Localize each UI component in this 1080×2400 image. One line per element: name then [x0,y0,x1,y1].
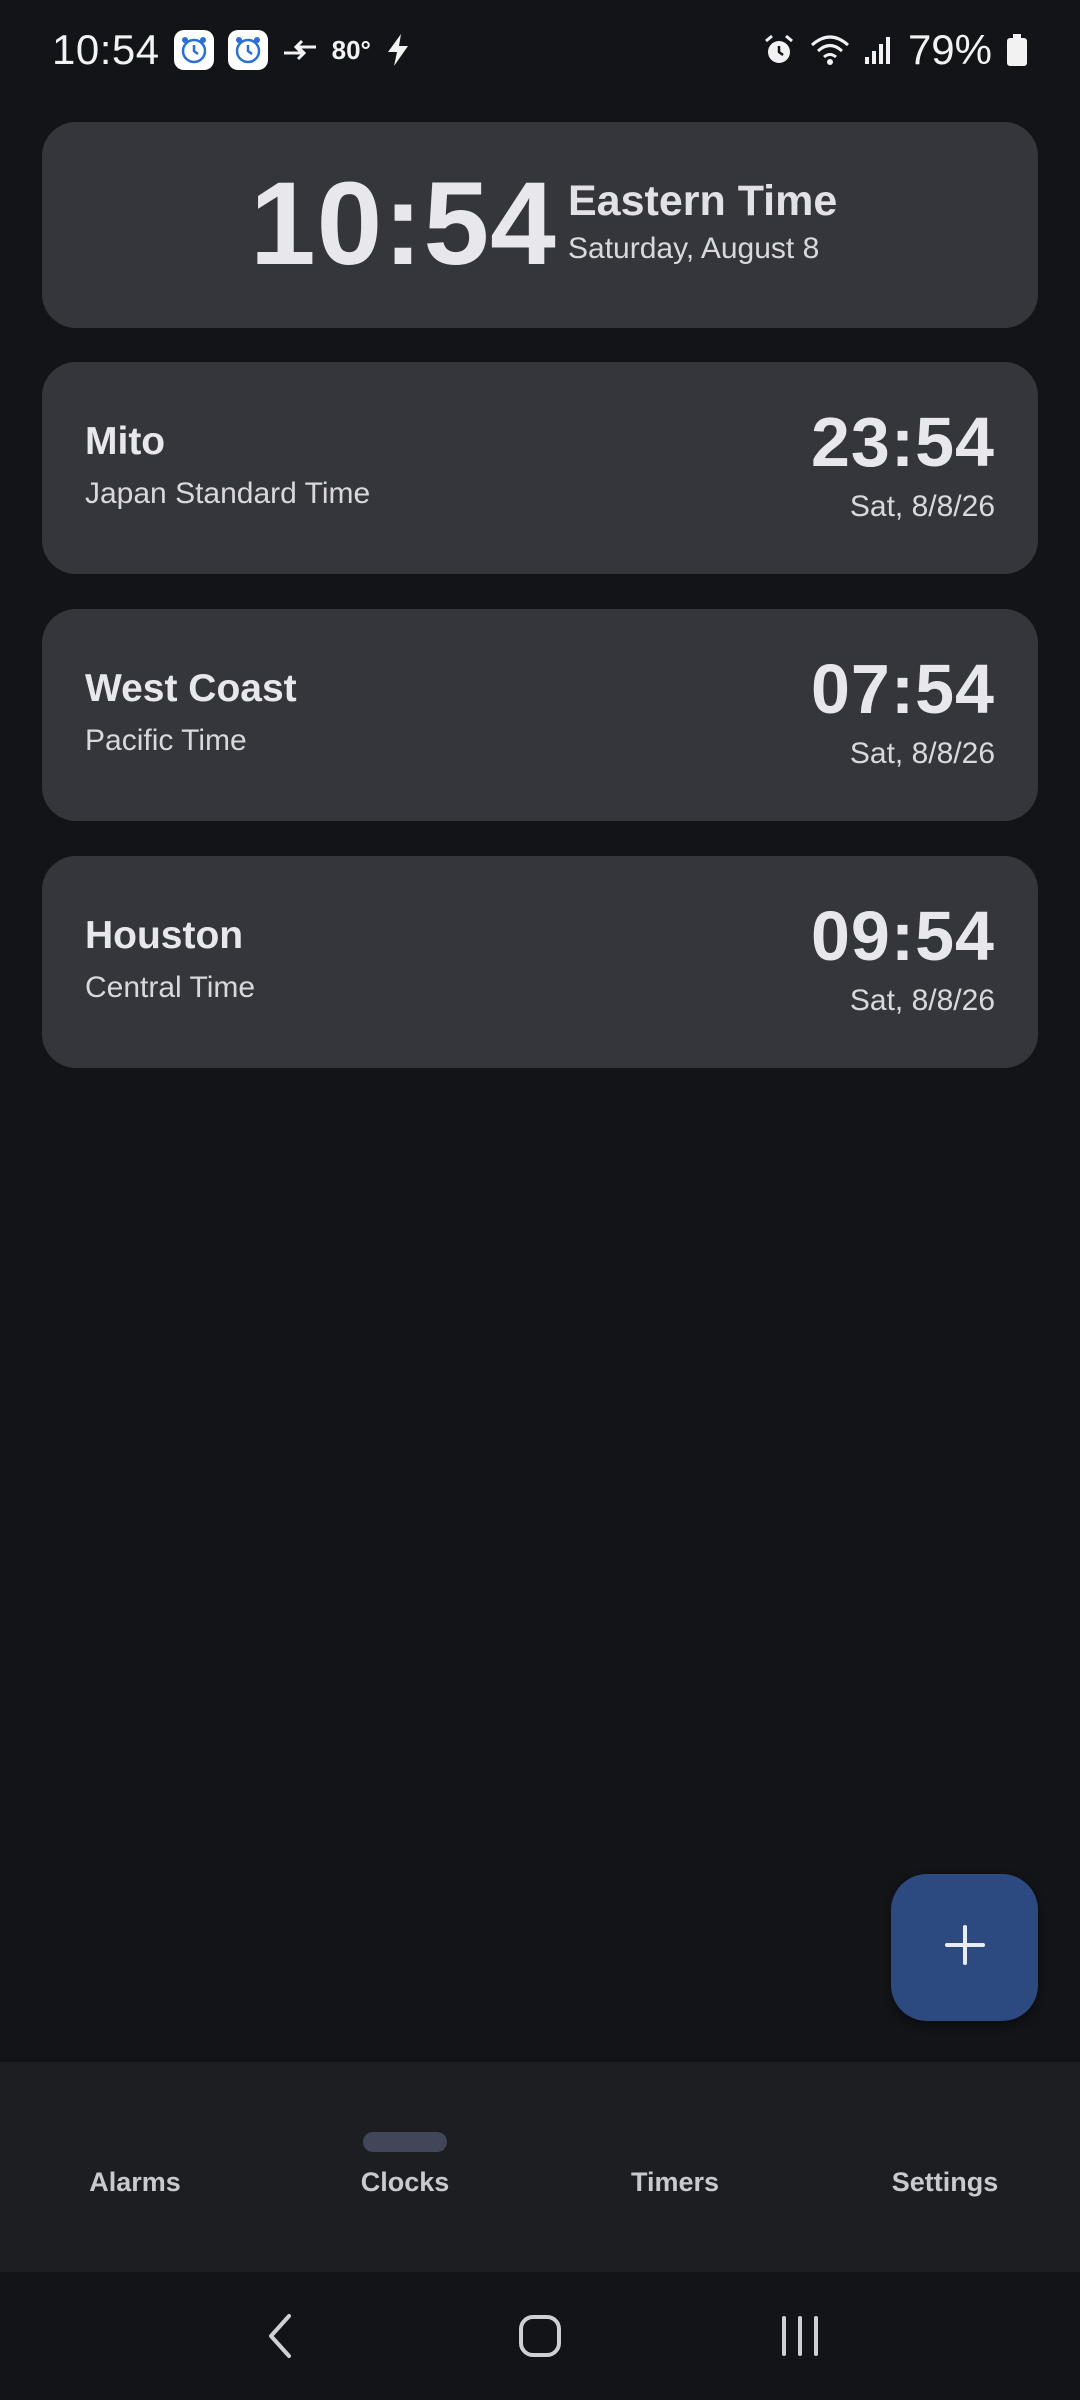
status-bar-right: 79% [762,26,1028,74]
city-date: Sat, 8/8/26 [849,490,995,523]
city-date: Sat, 8/8/26 [849,984,995,1017]
temperature-text: 80° [331,34,371,65]
nav-timers[interactable]: Timers [540,2062,810,2272]
alarm-clock-notif-icon [227,30,268,70]
status-time: 10:54 [52,26,160,73]
city-timezone: Central Time [85,971,256,1004]
local-clock-card[interactable]: 10:54 Eastern Time Saturday, August 8 [42,122,1038,328]
world-clock-card[interactable]: Houston Central Time 09:54 Sat, 8/8/26 [42,856,1038,1068]
city-name: West Coast [85,667,297,710]
wifi-icon [810,33,850,67]
add-clock-button[interactable] [891,1874,1038,2021]
nav-clocks[interactable]: Clocks [270,2062,540,2272]
local-date: Saturday, August 8 [568,232,820,265]
city-name: Houston [85,914,244,957]
system-navigation-bar [0,2272,1080,2400]
local-time: 10:54 [250,158,557,290]
signal-icon [864,35,894,65]
charging-bolt-icon [385,33,411,67]
nav-label: Settings [891,2167,999,2197]
battery-percent: 79% [907,26,992,73]
city-time: 09:54 [810,897,995,975]
nav-label: Clocks [360,2167,450,2197]
city-time: 23:54 [810,403,995,481]
nav-label: Timers [630,2167,720,2197]
status-bar-left: 10:54 80° [52,26,411,74]
data-transfer-icon [282,35,318,65]
nav-settings[interactable]: Settings [810,2062,1080,2272]
active-tab-indicator [363,2132,447,2152]
city-name: Mito [85,420,166,463]
city-timezone: Japan Standard Time [85,477,371,510]
battery-icon [1006,33,1028,67]
bottom-navigation: Alarms Clocks Timers Settings [0,2062,1080,2272]
local-timezone: Eastern Time [568,177,838,225]
alarm-clock-notif-icon [173,30,214,70]
clock-app-screen: 10:54 80° 79% 10:54 Eastern Time Saturda… [0,0,1080,2400]
plus-icon [943,1923,987,1972]
nav-alarms[interactable]: Alarms [0,2062,270,2272]
world-clock-card[interactable]: West Coast Pacific Time 07:54 Sat, 8/8/2… [42,609,1038,821]
alarm-icon [762,33,796,67]
world-clock-card[interactable]: Mito Japan Standard Time 23:54 Sat, 8/8/… [42,362,1038,574]
back-icon[interactable] [235,2291,325,2381]
nav-label: Alarms [89,2167,181,2197]
home-icon[interactable] [495,2291,585,2381]
city-date: Sat, 8/8/26 [849,737,995,770]
city-time: 07:54 [810,650,995,728]
city-timezone: Pacific Time [85,724,247,757]
status-bar: 10:54 80° 79% [0,0,1080,100]
recents-icon[interactable] [755,2291,845,2381]
